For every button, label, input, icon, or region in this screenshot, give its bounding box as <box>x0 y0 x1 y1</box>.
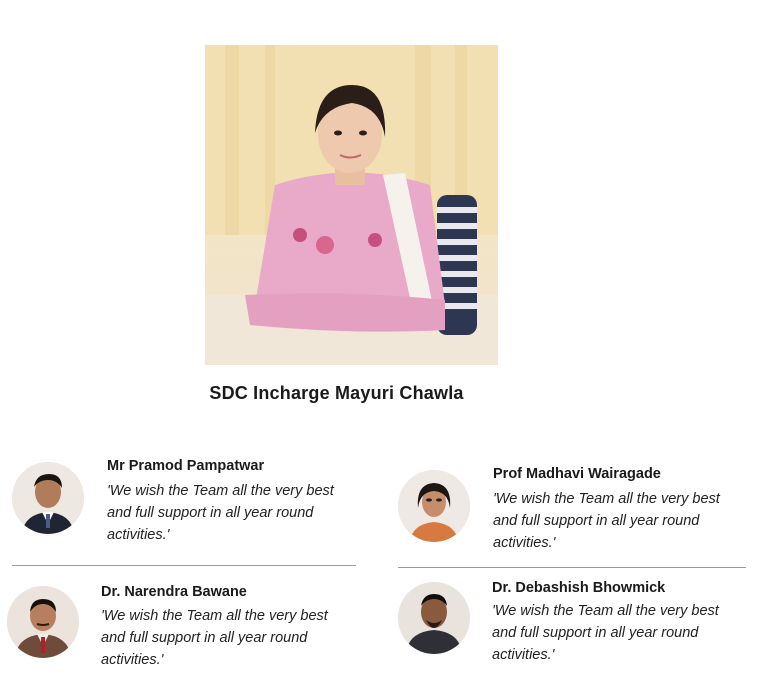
member-quote: 'We wish the Team all the very best and … <box>101 608 328 668</box>
member-avatar <box>398 582 470 654</box>
member-name: Dr. Narendra Bawane <box>101 584 247 600</box>
member-quote: 'We wish the Team all the very best and … <box>493 491 720 551</box>
person-avatar-icon <box>7 586 79 658</box>
member-name: Mr Pramod Pampatwar <box>107 458 265 474</box>
member-quote: 'We wish the Team all the very best and … <box>492 603 719 663</box>
divider <box>12 565 356 566</box>
divider <box>398 567 746 568</box>
person-avatar-icon <box>398 470 470 542</box>
person-avatar-icon <box>398 582 470 654</box>
member-quote: 'We wish the Team all the very best and … <box>107 483 334 543</box>
hero-photo <box>205 45 498 365</box>
hero-caption: SDC Incharge Mayuri Chawla <box>209 383 464 403</box>
person-avatar-icon <box>12 462 84 534</box>
member-name: Prof Madhavi Wairagade <box>493 466 661 482</box>
member-avatar <box>7 586 79 658</box>
member-avatar <box>398 470 470 542</box>
member-avatar <box>12 462 84 534</box>
person-photo-icon <box>205 45 498 365</box>
member-name: Dr. Debashish Bhowmick <box>492 580 666 596</box>
